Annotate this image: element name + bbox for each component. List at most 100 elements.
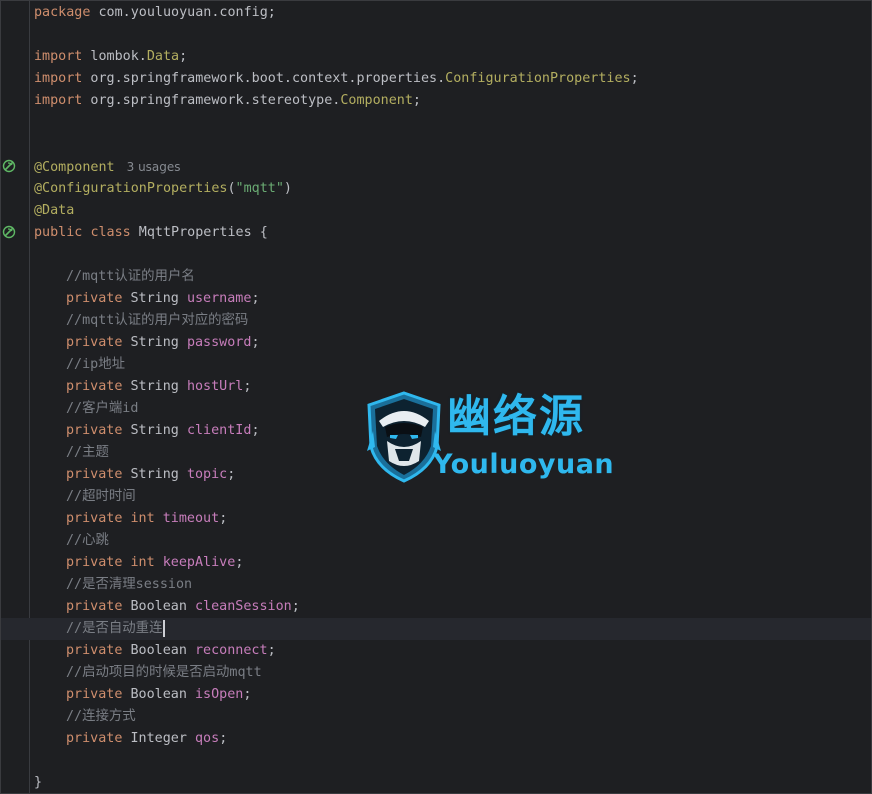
code-line-annotation: @Data — [34, 200, 871, 222]
comment: //启动项目的时候是否启动mqtt — [66, 665, 262, 680]
code-line-import: import org.springframework.boot.context.… — [34, 68, 871, 90]
field-type: String — [122, 467, 187, 482]
annotation-data: @Data — [34, 203, 75, 218]
watermark-title: 幽络源 — [447, 391, 585, 442]
field-name: hostUrl — [186, 379, 244, 394]
code-line-field: private Integer qos; — [34, 728, 871, 750]
semicolon: ; — [291, 599, 300, 614]
semicolon: ; — [251, 291, 260, 306]
code-line-class-declaration: public class MqttProperties { — [34, 222, 871, 244]
code-line-field: private int keepAlive; — [34, 552, 871, 574]
comment: //ip地址 — [66, 357, 126, 372]
semicolon: ; — [219, 511, 228, 526]
paren-open: ( — [227, 181, 236, 196]
comment: //是否清理session — [66, 577, 193, 592]
spring-bean-icon[interactable] — [2, 225, 16, 239]
annotation-string-arg: "mqtt" — [235, 181, 284, 196]
code-line-annotation: @ConfigurationProperties("mqtt") — [34, 178, 871, 200]
code-line-annotation: @Component 3 usages — [34, 156, 871, 178]
keyword: private — [66, 467, 123, 482]
keyword: import — [34, 49, 83, 64]
keyword: private — [66, 291, 123, 306]
field-type: String — [122, 291, 187, 306]
code-line-comment-current[interactable]: //是否自动重连 — [1, 618, 871, 640]
text-caret — [163, 619, 165, 637]
keyword: private — [66, 511, 123, 526]
comment: //是否自动重连 — [66, 621, 163, 636]
field-type: Integer — [122, 731, 195, 746]
code-line-comment: //是否清理session — [34, 574, 871, 596]
semicolon: ; — [412, 93, 421, 108]
semicolon: ; — [179, 49, 188, 64]
code-line-comment: //心跳 — [34, 530, 871, 552]
semicolon: ; — [235, 555, 244, 570]
keyword: private — [66, 687, 123, 702]
field-type: String — [122, 379, 187, 394]
semicolon: ; — [243, 687, 252, 702]
semicolon: ; — [251, 423, 260, 438]
semicolon: ; — [251, 335, 260, 350]
keyword: class — [90, 225, 131, 240]
semicolon: ; — [227, 467, 236, 482]
field-type: Boolean — [122, 599, 195, 614]
import-class: Component — [340, 93, 413, 108]
hooded-figure-logo-icon — [367, 391, 441, 483]
semicolon: ; — [219, 731, 228, 746]
keyword: private — [66, 555, 123, 570]
field-type: Boolean — [122, 643, 195, 658]
semicolon: ; — [630, 71, 639, 86]
comment: //主题 — [66, 445, 109, 460]
import-path: org.springframework.stereotype. — [82, 93, 341, 108]
field-name: keepAlive — [162, 555, 236, 570]
field-name: reconnect — [195, 643, 268, 658]
semicolon: ; — [267, 643, 276, 658]
code-line-import: import org.springframework.stereotype.Co… — [34, 90, 871, 112]
field-type: String — [122, 423, 187, 438]
code-line-comment: //启动项目的时候是否启动mqtt — [34, 662, 871, 684]
field-name: clientId — [186, 423, 252, 438]
field-type: Boolean — [122, 687, 195, 702]
keyword: private — [66, 423, 123, 438]
keyword: package — [34, 5, 91, 20]
code-line-field: private Boolean isOpen; — [34, 684, 871, 706]
annotation-component: @Component — [34, 160, 115, 175]
comment: //心跳 — [66, 533, 109, 548]
code-line-package: package com.youluoyuan.config; — [34, 2, 871, 24]
import-path: lombok. — [82, 49, 147, 64]
spring-bean-icon[interactable] — [2, 159, 16, 173]
import-class: Data — [146, 49, 180, 64]
field-name: username — [186, 291, 252, 306]
comment: //超时时间 — [66, 489, 136, 504]
watermark-subtitle: Youluoyuan — [433, 449, 615, 480]
code-editor[interactable]: package com.youluoyuan.config; import lo… — [0, 0, 872, 794]
semicolon: ; — [243, 379, 252, 394]
paren-close: ) — [283, 181, 292, 196]
keyword: private — [66, 731, 123, 746]
field-name: timeout — [162, 511, 220, 526]
keyword: private — [66, 379, 123, 394]
keyword: private — [66, 335, 123, 350]
code-line-field: private int timeout; — [34, 508, 871, 530]
usages-hint[interactable]: 3 usages — [127, 160, 181, 174]
comment: //连接方式 — [66, 709, 136, 724]
code-line-comment: //mqtt认证的用户对应的密码 — [34, 310, 871, 332]
code-line-comment: //mqtt认证的用户名 — [34, 266, 871, 288]
code-line-field: private String password; — [34, 332, 871, 354]
keyword: private — [66, 599, 123, 614]
watermark: 幽络源 Youluoyuan — [365, 389, 635, 489]
code-line-field: private String username; — [34, 288, 871, 310]
primitive-type: int — [130, 511, 155, 526]
editor-gutter — [1, 1, 30, 793]
keyword: public — [34, 225, 83, 240]
field-name: password — [186, 335, 252, 350]
comment: //客户端id — [66, 401, 139, 416]
